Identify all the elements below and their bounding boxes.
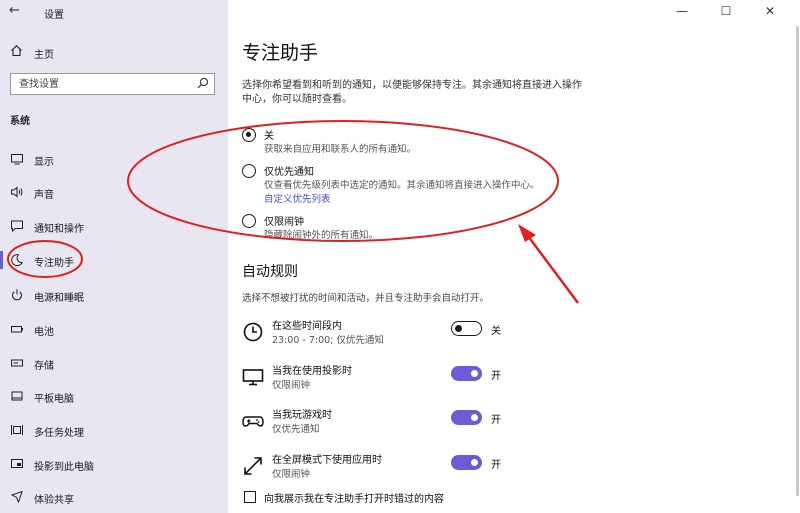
radio-description: 获取来自应用和联系人的所有通知。 [264,144,417,155]
sidebar-item-label: 电源和睡眠 [34,293,84,304]
radio-description: 仅查看优先级列表中选定的通知。其余通知将直接进入操作中心。 [264,180,540,191]
sidebar-item-label: 存储 [34,361,54,372]
radio-label: 仅优先通知 [264,167,314,178]
sidebar-item-label: 通知和操作 [34,224,84,235]
toggle-state-label: 开 [491,371,501,382]
rule-name: 在这些时间段内 [272,321,342,332]
sidebar-item-storage[interactable]: 存储 [0,349,228,377]
toggle-switch[interactable] [451,410,482,425]
rule-projecting[interactable]: 当我在使用投影时 仅限闹钟 开 [242,362,542,396]
rule-time-range[interactable]: 在这些时间段内 23:00 - 7:00; 仅优先通知 关 [242,317,542,351]
sidebar-item-home[interactable]: 主页 [0,40,228,64]
battery-icon [10,322,24,336]
fullscreen-icon [242,455,264,477]
display-icon [10,152,24,166]
rule-detail: 仅优先通知 [272,424,320,435]
rule-name: 当我在使用投影时 [272,366,352,377]
radio-description: 隐藏除闹钟外的所有通知。 [264,230,379,241]
scrollbar[interactable] [796,26,799,496]
sidebar-item-battery[interactable]: 电池 [0,315,228,343]
back-arrow-icon[interactable]: ← [9,3,20,18]
radio-label: 关 [264,131,274,142]
customize-priority-list-link[interactable]: 自定义优先列表 [264,191,331,205]
radio-option-alarms-only[interactable]: 仅限闹钟 隐藏除闹钟外的所有通知。 [242,213,562,243]
sidebar-item-focus-assist[interactable]: 专注助手 [0,246,228,274]
clock-icon [242,321,264,343]
page-title: 专注助手 [242,42,319,64]
toggle-state-label: 开 [491,460,501,471]
notification-icon [10,219,24,233]
sidebar-item-tablet[interactable]: 平板电脑 [0,382,228,410]
title-bar-left: ← 设置 [0,0,228,24]
sidebar-item-label: 声音 [34,190,54,201]
checkbox-label: 向我展示我在专注助手打开时错过的内容 [264,494,444,505]
sidebar-item-notifications[interactable]: 通知和操作 [0,212,228,240]
radio-button[interactable] [242,214,256,228]
sidebar-item-display[interactable]: 显示 [0,145,228,173]
rule-detail: 仅限闹钟 [272,469,311,480]
maximize-button[interactable]: ☐ [716,4,736,20]
checkbox[interactable] [244,491,256,503]
rule-detail: 仅限闹钟 [272,380,311,391]
toggle-state-label: 关 [491,326,501,337]
sidebar-item-shared-experiences[interactable]: 体验共享 [0,483,228,511]
automatic-rules-description: 选择不想被打扰的时间和活动，并且专注助手会自动打开。 [242,293,490,304]
rule-detail: 23:00 - 7:00; 仅优先通知 [272,335,384,346]
toggle-switch[interactable] [451,366,482,381]
sidebar-item-label: 显示 [34,157,54,168]
sidebar-item-label: 专注助手 [34,258,74,269]
gamepad-icon [242,410,264,432]
app-title: 设置 [44,10,64,21]
rule-name: 当我玩游戏时 [272,410,332,421]
page-description: 选择你希望看到和听到的通知，以便能够保持专注。其余通知将直接进入操作中心，你可以… [242,80,582,105]
sidebar-item-multitasking[interactable]: 多任务处理 [0,416,228,444]
tablet-icon [10,389,24,403]
minimize-button[interactable]: — [672,4,692,20]
sidebar-item-label: 主页 [34,50,54,61]
window-controls: — ☐ ✕ [660,0,800,24]
search-icon[interactable] [197,77,209,89]
close-button[interactable]: ✕ [760,4,780,20]
sidebar-item-label: 体验共享 [34,495,74,506]
sidebar-item-power[interactable]: 电源和睡眠 [0,281,228,309]
sidebar-item-sound[interactable]: 声音 [0,178,228,206]
moon-icon [10,253,24,267]
rule-gaming[interactable]: 当我玩游戏时 仅优先通知 开 [242,406,542,440]
power-icon [10,288,24,302]
storage-icon [10,356,24,370]
toggle-switch[interactable] [451,321,482,336]
sidebar: ← 设置 主页 系统 显示 声音 通知和操作 专注助手 电源和睡眠 电池 [0,0,228,513]
sidebar-item-label: 多任务处理 [34,428,84,439]
search-input[interactable] [11,74,191,94]
radio-button[interactable] [242,164,256,178]
search-box[interactable] [10,73,215,95]
sound-icon [10,185,24,199]
radio-label: 仅限闹钟 [264,217,304,228]
automatic-rules-heading: 自动规则 [242,264,298,280]
show-missed-checkbox-row[interactable]: 向我展示我在专注助手打开时错过的内容 [244,490,544,506]
home-icon [10,44,23,60]
radio-option-priority-only[interactable]: 仅优先通知 仅查看优先级列表中选定的通知。其余通知将直接进入操作中心。 自定义优… [242,163,562,207]
toggle-switch[interactable] [451,455,482,470]
project-icon [10,457,24,471]
section-title: 系统 [10,116,30,127]
main-content: — ☐ ✕ 专注助手 选择你希望看到和听到的通知，以便能够保持专注。其余通知将直… [228,0,800,513]
sidebar-item-label: 电池 [34,327,54,338]
toggle-state-label: 开 [491,415,501,426]
sidebar-item-label: 投影到此电脑 [34,462,94,473]
sidebar-item-project[interactable]: 投影到此电脑 [0,450,228,478]
multitask-icon [10,423,24,437]
sidebar-item-label: 平板电脑 [34,394,74,405]
rule-name: 在全屏模式下使用应用时 [272,455,382,466]
radio-option-off[interactable]: 关 获取来自应用和联系人的所有通知。 [242,127,562,157]
radio-button[interactable] [242,128,256,142]
monitor-icon [242,366,264,388]
rule-fullscreen[interactable]: 在全屏模式下使用应用时 仅限闹钟 开 [242,451,542,485]
share-icon [10,490,24,504]
